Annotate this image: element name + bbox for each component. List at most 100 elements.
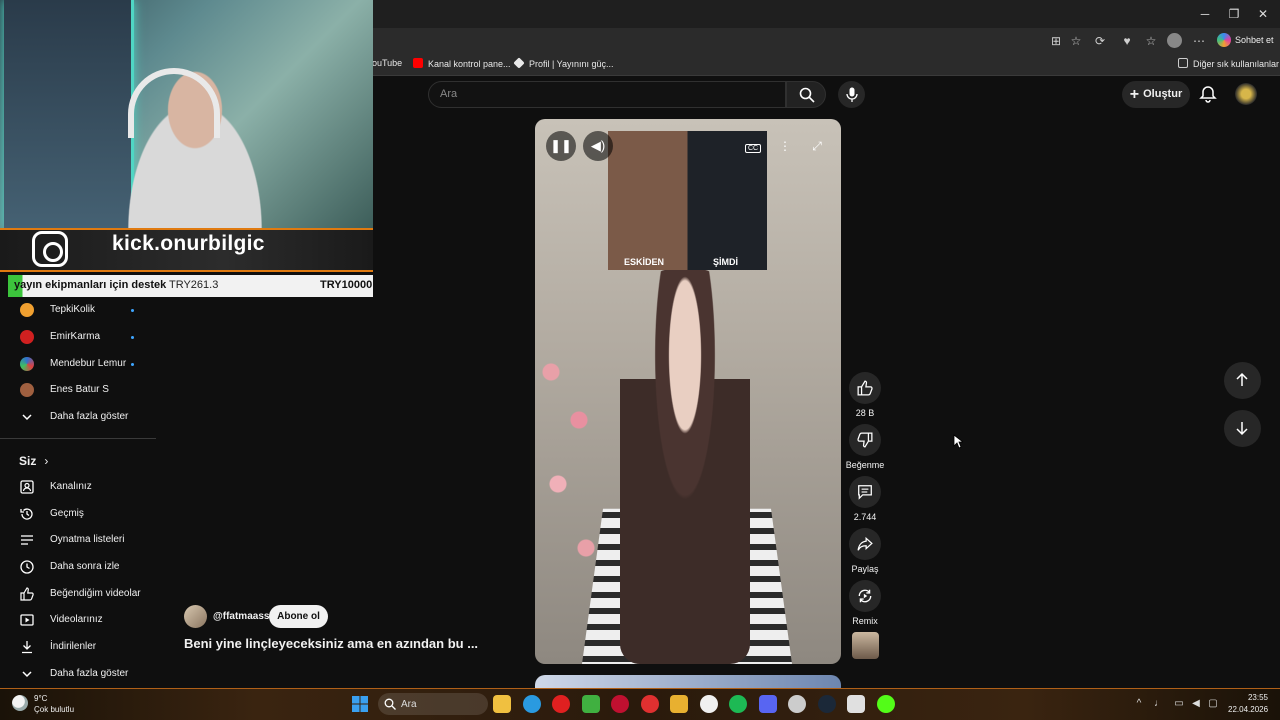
windows-start-icon[interactable] <box>352 696 368 712</box>
share-icon <box>857 536 873 551</box>
spotify-icon[interactable] <box>729 695 747 713</box>
sidebar-item-emirkarma[interactable]: EmirKarma <box>18 327 158 347</box>
tray-chevron-icon[interactable]: ^ <box>1133 698 1145 710</box>
inset-label-left: ESKİDEN <box>624 257 665 267</box>
channel-avatar <box>20 303 34 317</box>
fullscreen-icon[interactable]: ⤢ <box>809 138 825 154</box>
split-screen-icon[interactable]: ⊞ <box>1048 33 1064 49</box>
store-icon[interactable] <box>699 695 718 713</box>
sidebar-show-more-you[interactable]: Daha fazla göster <box>18 664 158 684</box>
search-input[interactable] <box>428 81 786 108</box>
arrow-down-icon <box>1236 422 1248 436</box>
yandex-icon[interactable] <box>640 695 659 713</box>
previous-short-button[interactable] <box>1224 362 1261 399</box>
search-icon <box>799 87 815 103</box>
sidebar-item-your-videos[interactable]: Videolarınız <box>18 610 158 630</box>
folder-icon[interactable] <box>670 695 688 713</box>
bookmark-youtube[interactable]: ouTube <box>372 58 402 68</box>
file-explorer-icon[interactable] <box>493 695 511 713</box>
other-bookmarks-label: Diğer sık kullanılanlar <box>1193 59 1280 69</box>
history-icon <box>20 508 33 520</box>
favorites-icon[interactable]: ☆ <box>1143 33 1159 49</box>
other-bookmarks[interactable]: Diğer sık kullanılanlar <box>1178 58 1279 69</box>
channel-name[interactable]: @ffatmaass <box>213 611 269 622</box>
chrome-icon[interactable] <box>581 695 600 713</box>
taskbar-search[interactable] <box>378 693 488 715</box>
comments-button[interactable] <box>849 476 881 508</box>
volume-icon[interactable]: ◀ <box>1190 698 1202 710</box>
sidebar-item-watch-later[interactable]: Daha sonra izle <box>18 557 158 577</box>
minimize-icon[interactable]: ─ <box>1197 6 1213 22</box>
edge-icon[interactable] <box>522 695 541 713</box>
maximize-icon[interactable]: ❐ <box>1226 6 1242 22</box>
more-icon[interactable]: ⋯ <box>1191 33 1207 49</box>
bookmark-label: Kanal kontrol pane... <box>428 59 511 69</box>
notifications-icon[interactable]: ▢ <box>1207 698 1219 710</box>
like-count: 28 B <box>855 408 875 418</box>
bookmark-channel-dashboard[interactable]: Kanal kontrol pane... <box>413 58 511 69</box>
sidebar-item-downloads[interactable]: İndirilenler <box>18 637 158 657</box>
like-button[interactable] <box>849 372 881 404</box>
pause-button[interactable]: ❚❚ <box>546 131 576 161</box>
voice-search-button[interactable] <box>838 81 865 108</box>
sidebar-item-label: Enes Batur S <box>50 384 109 395</box>
channel-avatar <box>20 330 34 344</box>
volume-button[interactable]: ◀) <box>583 131 613 161</box>
copilot-icon <box>1217 33 1231 47</box>
weather-temperature[interactable]: 9°C <box>34 694 47 703</box>
volume-icon: ◀) <box>590 138 606 153</box>
settings-icon[interactable] <box>788 695 806 713</box>
notifications-icon[interactable] <box>1199 85 1217 103</box>
video-title[interactable]: Beni yine linçleyeceksiniz ama en azında… <box>184 636 478 651</box>
remix-button[interactable] <box>849 580 881 612</box>
sidebar-item-liked-videos[interactable]: Beğendiğim videolar <box>18 584 158 604</box>
channel-avatar[interactable] <box>184 605 207 628</box>
taskbar-search-label: Ara <box>401 699 417 710</box>
github-icon[interactable] <box>847 695 865 713</box>
network-icon[interactable]: ▭ <box>1173 698 1185 710</box>
captions-icon[interactable]: CC <box>745 138 762 154</box>
search-button[interactable] <box>786 81 826 108</box>
profile-icon[interactable] <box>1167 33 1182 48</box>
opera-gx-icon[interactable] <box>611 695 629 713</box>
sidebar-show-more-subs[interactable]: Daha fazla göster <box>18 407 158 427</box>
copilot-button[interactable]: Sohbet et <box>1215 32 1275 49</box>
clock-date[interactable]: 22.04.2026 <box>1228 705 1268 714</box>
dislike-button[interactable] <box>849 424 881 456</box>
subscribe-button[interactable]: Abone ol <box>269 605 328 628</box>
more-options-icon[interactable]: ⋮ <box>777 138 793 154</box>
watch-later-icon <box>20 560 34 574</box>
discord-icon[interactable] <box>758 695 777 713</box>
next-short-preview[interactable] <box>535 675 841 689</box>
sidebar-item-mendebur-lemur[interactable]: Mendebur Lemur <box>18 354 158 374</box>
sidebar-item-your-channel[interactable]: Kanalınız <box>18 477 158 497</box>
browser-essentials-icon[interactable]: ♥ <box>1119 33 1135 49</box>
opera-icon[interactable] <box>552 695 570 713</box>
weather-description[interactable]: Çok bulutlu <box>34 705 74 714</box>
extensions-icon[interactable]: ⟳ <box>1092 33 1108 49</box>
account-avatar[interactable] <box>1235 83 1257 105</box>
share-label: Paylaş <box>851 564 879 574</box>
arrow-up-icon <box>1236 372 1248 386</box>
bookmark-label: ouTube <box>372 58 403 68</box>
sidebar-item-label: Geçmiş <box>50 508 84 519</box>
kick-icon[interactable] <box>876 695 895 713</box>
next-short-button[interactable] <box>1224 410 1261 447</box>
sidebar-item-tepkikolik[interactable]: TepkiKolik <box>18 300 158 320</box>
sidebar-item-label: İndirilenler <box>50 641 97 652</box>
microphone-icon[interactable]: ♩ <box>1153 698 1165 710</box>
cloudy-icon[interactable] <box>12 695 28 711</box>
sidebar-item-playlists[interactable]: Oynatma listeleri <box>18 530 158 550</box>
you-section-heading[interactable]: Siz › <box>19 454 48 468</box>
sidebar-item-enes-batur[interactable]: Enes Batur S <box>18 380 158 400</box>
sidebar-item-history[interactable]: Geçmiş <box>18 504 158 524</box>
sidebar-item-label: TepkiKolik <box>50 304 96 315</box>
close-icon[interactable]: ✕ <box>1255 6 1271 22</box>
create-button[interactable]: + Oluştur <box>1122 81 1190 108</box>
bookmark-profile[interactable]: Profil | Yayınını güç... <box>513 57 614 69</box>
steam-icon[interactable] <box>817 695 836 713</box>
share-button[interactable] <box>849 528 881 560</box>
star-icon[interactable]: ☆ <box>1068 33 1084 49</box>
audio-source-thumbnail[interactable] <box>852 632 879 659</box>
clock-time[interactable]: 23:55 <box>1246 693 1268 702</box>
